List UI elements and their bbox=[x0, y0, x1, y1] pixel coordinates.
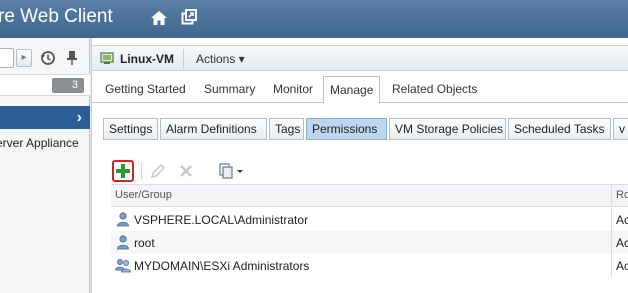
column-divider bbox=[611, 208, 612, 231]
tab-bar: Getting Started Summary Monitor Manage R… bbox=[92, 76, 628, 104]
object-title: Linux-VM bbox=[120, 52, 174, 66]
group-icon bbox=[115, 259, 131, 273]
tab-summary[interactable]: Summary bbox=[204, 82, 255, 96]
count-badge: 3 bbox=[52, 78, 84, 93]
tab-related-objects[interactable]: Related Objects bbox=[392, 82, 477, 96]
tab-getting-started[interactable]: Getting Started bbox=[105, 82, 186, 96]
app-banner: re Web Client bbox=[0, 0, 628, 38]
user-icon bbox=[117, 212, 129, 227]
divider bbox=[183, 49, 184, 68]
table-row[interactable]: VSPHERE.LOCAL\Administrator Ac bbox=[111, 208, 628, 231]
subtab-permissions[interactable]: Permissions bbox=[306, 118, 387, 140]
role-cell: Ac bbox=[616, 236, 628, 250]
role-cell: Ac bbox=[616, 213, 628, 227]
subtab-vm-storage-policies[interactable]: VM Storage Policies bbox=[389, 118, 506, 140]
column-header-role[interactable]: Ro bbox=[616, 189, 628, 201]
table-row[interactable]: MYDOMAIN\ESXi Administrators Ac bbox=[111, 254, 628, 277]
copy-icon[interactable] bbox=[218, 163, 246, 179]
home-icon[interactable] bbox=[150, 9, 168, 27]
role-cell: Ac bbox=[616, 259, 628, 273]
column-divider bbox=[611, 254, 612, 277]
column-header-user-group[interactable]: User/Group bbox=[115, 189, 172, 201]
permissions-grid: User/Group Ro VSPHERE.LOCAL\Administrato… bbox=[111, 184, 628, 293]
group-name: MYDOMAIN\ESXi Administrators bbox=[134, 259, 310, 273]
chevron-right-icon[interactable]: ▸ bbox=[16, 49, 32, 67]
tree-item-appliance[interactable]: erver Appliance bbox=[0, 136, 79, 150]
edit-icon[interactable] bbox=[150, 163, 166, 179]
popout-icon[interactable] bbox=[181, 9, 197, 25]
table-row[interactable]: root Ac bbox=[111, 231, 628, 254]
inventory-count-row[interactable]: 3 bbox=[0, 74, 90, 96]
navigator-panel: ▸ 3 › erver Appliance bbox=[0, 38, 90, 293]
history-icon[interactable] bbox=[40, 50, 56, 66]
user-name: VSPHERE.LOCAL\Administrator bbox=[134, 213, 309, 227]
main-content: Linux-VM Actions ▾ Getting Started Summa… bbox=[91, 38, 628, 293]
subtab-scheduled-tasks[interactable]: Scheduled Tasks bbox=[508, 118, 611, 140]
actions-menu-button[interactable]: Actions ▾ bbox=[196, 52, 245, 66]
add-icon bbox=[116, 164, 130, 178]
add-permission-button[interactable] bbox=[112, 160, 134, 182]
tab-manage[interactable]: Manage bbox=[323, 76, 381, 104]
column-divider bbox=[611, 231, 612, 254]
chevron-right-icon[interactable]: › bbox=[77, 109, 82, 127]
grid-header: User/Group Ro bbox=[111, 185, 628, 207]
toolbar-divider bbox=[141, 162, 142, 180]
navigator-toolbar: ▸ bbox=[0, 46, 90, 70]
subtab-tags[interactable]: Tags bbox=[269, 118, 304, 140]
vm-icon bbox=[100, 52, 114, 64]
object-header: Linux-VM Actions ▾ bbox=[92, 45, 628, 71]
app-title: re Web Client bbox=[0, 6, 113, 27]
subtab-alarm-definitions[interactable]: Alarm Definitions bbox=[160, 118, 267, 140]
delete-icon[interactable] bbox=[178, 163, 194, 179]
selected-navigator-item[interactable]: › bbox=[0, 106, 90, 129]
column-divider[interactable] bbox=[611, 185, 612, 207]
tab-monitor[interactable]: Monitor bbox=[273, 82, 313, 96]
subtab-more[interactable]: v bbox=[613, 118, 628, 140]
navigator-back-field[interactable] bbox=[0, 48, 14, 68]
user-name: root bbox=[134, 236, 155, 250]
subtab-settings[interactable]: Settings bbox=[103, 118, 158, 140]
permissions-toolbar bbox=[112, 160, 312, 182]
user-icon bbox=[117, 235, 129, 250]
pin-icon[interactable] bbox=[66, 50, 78, 66]
